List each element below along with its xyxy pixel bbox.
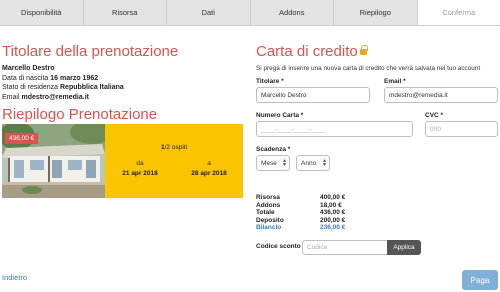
select-arrows-icon: ▴ ▾ — [282, 158, 286, 168]
discount-code-input[interactable]: Codice — [302, 240, 388, 255]
credit-card-hint: Si prega di inserire una nuova carta di … — [256, 65, 481, 72]
apply-discount-button[interactable]: Applica — [387, 240, 421, 255]
totals-row: Addons 18,00 € — [256, 201, 342, 209]
totals-row: Deposito 200,00 € — [256, 216, 346, 224]
residence-label: Stato di residenza — [2, 84, 59, 91]
residence-value: Repubblica Italiana — [60, 84, 124, 91]
email-value: mdestro@remedia.it — [21, 93, 89, 101]
totals-row: Totale 436,00 € — [256, 209, 346, 216]
totals-summary: Risorsa 400,00 € Addons 18,00 € Totale 436,… — [256, 194, 345, 232]
select-arrows-icon: ▴ ▾ — [322, 158, 326, 168]
birth-value: 16 marzo 1962 — [50, 74, 99, 82]
expiry-year-select[interactable]: Anno ▴ ▾ — [296, 155, 330, 171]
date-from: da 21 apr 2018 — [110, 160, 170, 177]
price-badge: 436,00 € — [5, 133, 39, 144]
tab-dati[interactable]: Dati — [167, 0, 251, 25]
card-number-label: Numero Carta * — [256, 112, 304, 119]
tab-addons[interactable]: Addons — [251, 0, 334, 25]
pay-button[interactable]: Paga — [462, 270, 498, 290]
card-email-label: Email * — [384, 78, 406, 85]
date-to: a 28 apr 2018 — [179, 160, 239, 177]
tab-riepilogo[interactable]: Riepilogo — [334, 0, 418, 25]
expiry-month-select[interactable]: Mese ▴ ▾ — [256, 155, 290, 171]
wizard-steps: Disponibilità Risorsa Dati Addons Riepil… — [0, 0, 500, 26]
date-from-value: 21 apr 2018 — [122, 170, 158, 177]
lock-icon — [359, 45, 368, 55]
email-label: Email — [2, 93, 20, 101]
booking-card-details: 1/2 ospiti da 21 apr 2018 a 28 apr 2018 — [105, 124, 243, 198]
totals-row: Risorsa 400,00 € — [256, 194, 346, 201]
holder-details: Marcello Destro Data di nascita 16 marzo… — [2, 64, 124, 102]
birth-label: Data di nascita — [2, 74, 49, 82]
date-to-value: 28 apr 2018 — [191, 170, 227, 177]
card-holder-input[interactable]: Marcello Destro — [256, 87, 370, 103]
credit-card-title: Carta di credito — [256, 43, 368, 60]
date-from-label: da — [136, 160, 144, 167]
card-email-input[interactable]: mdestro@remedia.it — [384, 87, 498, 103]
totals-row-balance: Bilancio 236,00 € — [256, 224, 346, 231]
card-holder-label: Titolare * — [256, 78, 284, 85]
booking-card: 436,00 € 1/2 ospiti da 21 apr 2018 a 28 … — [2, 124, 243, 198]
booking-summary-title: Riepilogo Prenotazione — [2, 106, 158, 123]
mobile-home-photo: 436,00 € — [2, 124, 105, 198]
tab-disponibilita[interactable]: Disponibilità — [0, 0, 84, 25]
guests-count: 1/2 ospiti — [160, 144, 188, 151]
card-number-input[interactable]: ____-____-____-____ — [256, 121, 413, 137]
tab-risorsa[interactable]: Risorsa — [84, 0, 167, 25]
discount-code-label: Codice sconto — [256, 243, 301, 250]
holder-title: Titolare della prenotazione — [2, 43, 179, 60]
cvc-label: CVC * — [425, 112, 444, 119]
expiry-label: Scadenza * — [256, 146, 291, 153]
back-link[interactable]: Indietro — [2, 273, 27, 282]
date-to-label: a — [207, 160, 211, 167]
cvc-input[interactable]: 000 — [425, 121, 498, 137]
tab-conferma[interactable]: Conferma — [417, 0, 500, 25]
holder-name: Marcello Destro — [2, 65, 55, 72]
